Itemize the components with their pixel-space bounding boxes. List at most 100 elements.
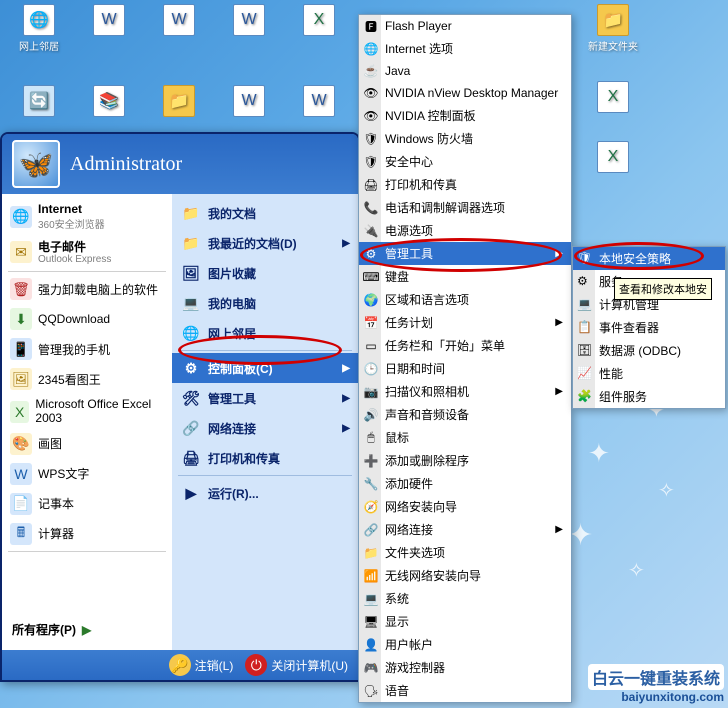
menu-item-label: Windows 防火墙 xyxy=(385,130,473,147)
control-panel-item[interactable]: 🖱鼠标 xyxy=(359,426,571,449)
user-avatar[interactable]: 🦋 xyxy=(12,140,60,188)
desktop-icon-recycle[interactable]: 🔄 xyxy=(4,85,74,117)
menu-item-label: NVIDIA nView Desktop Manager xyxy=(385,86,558,100)
word-icon: W xyxy=(233,85,265,117)
admin-tool-item[interactable]: 📈性能 xyxy=(573,362,725,385)
logoff-button[interactable]: 🔑注销(L) xyxy=(169,654,234,676)
phone-icon: 📱 xyxy=(10,338,32,360)
rmenu-network[interactable]: 🌐网上邻居 xyxy=(172,318,358,348)
control-panel-submenu: 🅵Flash Player🌐Internet 选项☕Java👁NVIDIA nV… xyxy=(358,14,572,703)
rmenu-recent[interactable]: 📁我最近的文档(D)▶ xyxy=(172,228,358,258)
desktop-icon-word-2[interactable]: W xyxy=(144,4,214,53)
menu-item-label: 本地安全策略 xyxy=(599,250,671,267)
menu-item-icon: 🎮 xyxy=(363,660,379,676)
pinned-wps[interactable]: W WPS文字 xyxy=(2,459,172,489)
menu-item-label: 添加硬件 xyxy=(385,475,433,492)
control-panel-item[interactable]: ☕Java xyxy=(359,60,571,82)
menu-item-icon: ⌨ xyxy=(363,269,379,285)
rmenu-mydocs[interactable]: 📁我的文档 xyxy=(172,198,358,228)
control-panel-item[interactable]: 🎮游戏控制器 xyxy=(359,656,571,679)
desktop-icon-excel-1[interactable]: X xyxy=(284,4,354,53)
pinned-paint[interactable]: 🎨画图 xyxy=(2,429,172,459)
rmenu-printers[interactable]: 🖨打印机和传真 xyxy=(172,443,358,473)
admin-tool-item[interactable]: 🧩组件服务 xyxy=(573,385,725,408)
pinned-excel2003[interactable]: XMicrosoft Office Excel 2003 xyxy=(2,394,172,428)
control-panel-item[interactable]: 🔊声音和音频设备 xyxy=(359,403,571,426)
desktop-icon-excel-2[interactable]: X xyxy=(578,81,648,113)
control-panel-item[interactable]: ➕添加或删除程序 xyxy=(359,449,571,472)
control-panel-item[interactable]: 🔧添加硬件 xyxy=(359,472,571,495)
control-panel-item[interactable]: 🕒日期和时间 xyxy=(359,357,571,380)
control-panel-item[interactable]: 👁NVIDIA 控制面板 xyxy=(359,104,571,127)
control-panel-item[interactable]: 📞电话和调制解调器选项 xyxy=(359,196,571,219)
control-panel-item[interactable]: 🗣语音 xyxy=(359,679,571,702)
control-panel-item[interactable]: 🧭网络安装向导 xyxy=(359,495,571,518)
control-panel-item[interactable]: 💻系统 xyxy=(359,587,571,610)
control-panel-item[interactable]: 🛡 Windows 防火墙 xyxy=(359,127,571,150)
arrow-right-icon: ▶ xyxy=(342,238,350,249)
control-panel-item[interactable]: 🖥显示 xyxy=(359,610,571,633)
all-programs[interactable]: 所有程序(P)▶ xyxy=(2,613,172,646)
pinned-phone-manager[interactable]: 📱 管理我的手机 xyxy=(2,334,172,364)
control-panel-item[interactable]: 🖨打印机和传真 xyxy=(359,173,571,196)
control-panel-item[interactable]: 🔗网络连接▶ xyxy=(359,518,571,541)
pinned-internet[interactable]: 🌐Internet360安全浏览器 xyxy=(2,198,172,235)
pinned-calculator[interactable]: 🖩计算器 xyxy=(2,519,172,549)
menu-item-icon: 👁 xyxy=(363,108,379,124)
watermark: 白云一键重装系统 baiyunxitong.com xyxy=(588,664,724,704)
desktop-icon-excel-3[interactable]: X xyxy=(578,141,648,173)
pinned-uninstall[interactable]: 🗑强力卸载电脑上的软件 xyxy=(2,274,172,304)
desktop-icon-folder[interactable]: 📁 xyxy=(144,85,214,117)
admin-tool-item[interactable]: 📋事件查看器 xyxy=(573,316,725,339)
menu-item-label: 显示 xyxy=(385,613,409,630)
desktop-icon-neighborhood[interactable]: 🌐网上邻居 xyxy=(4,4,74,53)
admin-tool-item[interactable]: 🗄数据源 (ODBC) xyxy=(573,339,725,362)
control-panel-item[interactable]: 🛡安全中心 xyxy=(359,150,571,173)
wps-icon: W xyxy=(10,463,32,485)
item-subtitle: Outlook Express xyxy=(38,254,111,265)
control-panel-item[interactable]: 🌐Internet 选项 xyxy=(359,37,571,60)
item-title: 画图 xyxy=(38,435,62,452)
control-panel-item[interactable]: 📁文件夹选项 xyxy=(359,541,571,564)
control-panel-item[interactable]: 🅵Flash Player xyxy=(359,15,571,37)
desktop-icon-word-3[interactable]: W xyxy=(214,4,284,53)
control-panel-item[interactable]: 👁NVIDIA nView Desktop Manager xyxy=(359,82,571,104)
user-name: Administrator xyxy=(70,153,182,176)
item-title: WPS文字 xyxy=(38,465,89,482)
control-panel-item[interactable]: ▭任务栏和「开始」菜单 xyxy=(359,334,571,357)
rmenu-pictures[interactable]: 🖼图片收藏 xyxy=(172,258,358,288)
menu-item-icon: 🕒 xyxy=(363,361,379,377)
rmenu-mycomputer[interactable]: 💻我的电脑 xyxy=(172,288,358,318)
desktop-icon-word-5[interactable]: W xyxy=(284,85,354,117)
control-panel-item[interactable]: 🌍区域和语言选项 xyxy=(359,288,571,311)
control-panel-item[interactable]: 🔌电源选项 xyxy=(359,219,571,242)
item-title: 管理我的手机 xyxy=(38,341,110,358)
desktop-icon-newfolder[interactable]: 📁新建文件夹 xyxy=(578,4,648,53)
control-panel-item[interactable]: 📷扫描仪和照相机▶ xyxy=(359,380,571,403)
pinned-2345pic[interactable]: 🖼2345看图王 xyxy=(2,364,172,394)
desktop-icon-word-1[interactable]: W xyxy=(74,4,144,53)
control-panel-item[interactable]: ⌨键盘 xyxy=(359,265,571,288)
rmenu-admin-tools[interactable]: 🛠管理工具▶ xyxy=(172,383,358,413)
control-panel-item[interactable]: 📶无线网络安装向导 xyxy=(359,564,571,587)
menu-item-icon: 🛡 xyxy=(363,131,379,147)
control-panel-item[interactable]: 👤用户帐户 xyxy=(359,633,571,656)
rmenu-run[interactable]: ▶运行(R)... xyxy=(172,478,358,508)
folder-icon: 📁 xyxy=(180,202,202,224)
word-icon: W xyxy=(233,4,265,36)
pinned-qqdownload[interactable]: ⬇QQDownload xyxy=(2,304,172,334)
pinned-notepad[interactable]: 📄记事本 xyxy=(2,489,172,519)
menu-item-label: Java xyxy=(385,64,410,78)
rmenu-control-panel[interactable]: ⚙控制面板(C)▶ xyxy=(172,353,358,383)
desktop-icon-word-4[interactable]: W xyxy=(214,85,284,117)
menu-item-icon: 🌍 xyxy=(363,292,379,308)
control-panel-item[interactable]: 📅任务计划▶ xyxy=(359,311,571,334)
shutdown-button[interactable]: ⏻关闭计算机(U) xyxy=(245,654,348,676)
menu-item-label: 声音和音频设备 xyxy=(385,406,469,423)
admin-tool-item[interactable]: 🛡本地安全策略 xyxy=(573,247,725,270)
desktop-icon-books[interactable]: 📚 xyxy=(74,85,144,117)
notepad-icon: 📄 xyxy=(10,493,32,515)
rmenu-network-conn[interactable]: 🔗网络连接▶ xyxy=(172,413,358,443)
control-panel-item[interactable]: ⚙管理工具▶ xyxy=(359,242,571,265)
pinned-email[interactable]: ✉电子邮件Outlook Express xyxy=(2,235,172,269)
